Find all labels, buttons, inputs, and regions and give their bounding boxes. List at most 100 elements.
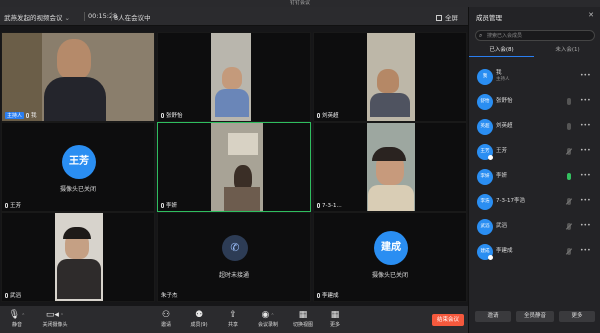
mic-icon[interactable] xyxy=(567,98,571,105)
video-tile-7-3-1[interactable]: 7-3-1... xyxy=(313,122,467,212)
more-options-icon[interactable]: ••• xyxy=(580,147,591,154)
list-item[interactable]: 王芳 王芳 ••• xyxy=(469,142,600,162)
list-item[interactable]: 武滔 武滔 ••• xyxy=(469,217,600,237)
more-options-icon[interactable]: ••• xyxy=(580,97,591,104)
invite-button[interactable]: 邀请 xyxy=(475,311,511,322)
switch-view-button[interactable]: ▦ 切换视图 xyxy=(287,309,319,328)
mic-icon xyxy=(317,203,320,208)
more-button[interactable]: ▦ 更多 xyxy=(320,309,350,328)
share-button[interactable]: ⇪ 共享 xyxy=(218,309,248,328)
video-tile-liyan[interactable]: 李妍 xyxy=(157,122,311,212)
phone-call-icon: ✆ xyxy=(222,235,248,261)
panel-more-button[interactable]: 更多 xyxy=(559,311,595,322)
tile-name-text: 我 xyxy=(31,113,37,119)
tile-name-text: 武滔 xyxy=(10,293,22,299)
tile-name: 7-3-1... xyxy=(317,203,342,209)
participant-face xyxy=(377,69,399,93)
record-button[interactable]: ◉⌃ 会议录制 xyxy=(252,309,284,328)
members-icon: ⚉ xyxy=(194,310,204,320)
list-item[interactable]: 李妍 李妍 ••• xyxy=(469,167,600,187)
list-item[interactable]: 舒怡 张舒怡 ••• xyxy=(469,92,600,112)
fullscreen-icon xyxy=(436,15,442,21)
add-user-icon: ⚇ xyxy=(161,310,171,320)
meeting-title-text: 武燕发起的视频会议 xyxy=(4,14,63,22)
member-name: 王芳 xyxy=(496,148,508,154)
mute-button[interactable]: 🎙⌃ 静音 xyxy=(2,309,32,328)
list-item[interactable]: 李浩 7-3-17李浩 ••• xyxy=(469,192,600,212)
video-tile-liuyingchao[interactable]: 刘英超 xyxy=(313,32,467,122)
mute-label: 静音 xyxy=(11,322,22,328)
participant-body xyxy=(44,77,106,121)
tile-name: 朱子杰 xyxy=(161,291,178,299)
mute-all-button[interactable]: 全员静音 xyxy=(516,311,554,322)
tile-name: 刘英超 xyxy=(317,111,339,119)
window-title: 钉钉会议 xyxy=(289,0,310,6)
member-search-input[interactable] xyxy=(487,32,591,40)
avatar: 我 xyxy=(477,69,493,85)
member-name: 刘英超 xyxy=(496,123,513,129)
camera-off-badge-icon xyxy=(488,155,493,160)
mic-icon xyxy=(161,203,164,208)
fullscreen-button[interactable]: 全屏 xyxy=(436,12,458,22)
share-screen-icon: ⇪ xyxy=(229,310,237,320)
tab-not-joined[interactable]: 未入会(1) xyxy=(535,45,600,57)
participant-face xyxy=(57,39,91,79)
mic-muted-icon[interactable] xyxy=(567,148,571,155)
mic-icon xyxy=(26,113,30,118)
more-options-icon[interactable]: ••• xyxy=(580,197,591,204)
member-name: 李建成 xyxy=(496,248,513,254)
video-tile-me[interactable]: 主持人我 xyxy=(1,32,155,122)
camera-off-badge-icon xyxy=(488,255,493,260)
tile-name-text: 朱子杰 xyxy=(161,293,178,299)
video-tile-wangfang[interactable]: 王芳 摄像头已关闭 王芳 xyxy=(1,122,155,212)
host-badge: 主持人 xyxy=(5,112,25,119)
share-label: 共享 xyxy=(227,322,238,328)
list-item[interactable]: 建成 李建成 ••• xyxy=(469,242,600,262)
invite-label: 邀请 xyxy=(160,322,171,328)
member-name: 7-3-17李浩 xyxy=(496,198,525,204)
window-titlebar: 钉钉会议 xyxy=(0,0,600,7)
participant-count: 8人在会议中 xyxy=(114,14,151,22)
end-meeting-button[interactable]: 结束会议 xyxy=(432,314,464,326)
mic-active-icon[interactable] xyxy=(567,173,571,180)
more-options-icon[interactable]: ••• xyxy=(580,222,591,229)
more-options-icon[interactable]: ••• xyxy=(580,122,591,129)
tile-name-text: 张舒怡 xyxy=(166,113,183,119)
tab-joined[interactable]: 已入会(8) xyxy=(469,45,534,57)
mic-icon[interactable] xyxy=(567,123,571,130)
invite-button[interactable]: ⚇ 邀请 xyxy=(151,309,181,328)
list-item[interactable]: 英超 刘英超 ••• xyxy=(469,117,600,137)
background-window xyxy=(2,33,42,121)
tile-name-text: 李建成 xyxy=(322,293,339,299)
mic-muted-icon[interactable] xyxy=(567,223,571,230)
close-icon[interactable]: ✕ xyxy=(588,11,594,19)
record-icon: ◉⌃ xyxy=(261,310,275,320)
call-timeout-status: 超时未接通 xyxy=(218,272,249,279)
video-tile-lijiancheng[interactable]: 建成 摄像头已关闭 李建成 xyxy=(313,212,467,302)
video-tile-zhangshuyi[interactable]: 张舒怡 xyxy=(157,32,311,122)
member-name: 李妍 xyxy=(496,173,508,179)
participant-body xyxy=(370,93,410,117)
members-button[interactable]: ⚉ 成员(9) xyxy=(184,309,214,328)
more-options-icon[interactable]: ••• xyxy=(580,247,591,254)
video-tile-zhuzijie[interactable]: ✆ 超时未接通 朱子杰 xyxy=(157,212,311,302)
tile-name: 武滔 xyxy=(5,291,21,299)
more-options-icon[interactable]: ••• xyxy=(580,72,591,79)
divider xyxy=(84,12,85,21)
more-options-icon[interactable]: ••• xyxy=(580,172,591,179)
video-tile-wutao[interactable]: 武滔 xyxy=(1,212,155,302)
mic-muted-icon[interactable] xyxy=(567,248,571,255)
camera-button[interactable]: ▭◂⌃ 关闭摄像头 xyxy=(38,309,72,328)
switch-view-label: 切换视图 xyxy=(292,322,313,328)
mic-icon xyxy=(161,113,164,118)
microphone-icon: 🎙⌃ xyxy=(8,310,26,320)
member-name: 张舒怡 xyxy=(496,98,513,104)
tile-name: 张舒怡 xyxy=(161,111,183,119)
more-label: 更多 xyxy=(329,322,340,328)
mic-muted-icon[interactable] xyxy=(567,198,571,205)
avatar: 建成 xyxy=(374,231,408,265)
meeting-title[interactable]: 武燕发起的视频会议 ⌄ xyxy=(4,12,70,22)
tile-name: 李妍 xyxy=(161,201,177,209)
list-item[interactable]: 我 我 主持人 ••• xyxy=(469,67,600,87)
background-wall xyxy=(228,133,258,155)
